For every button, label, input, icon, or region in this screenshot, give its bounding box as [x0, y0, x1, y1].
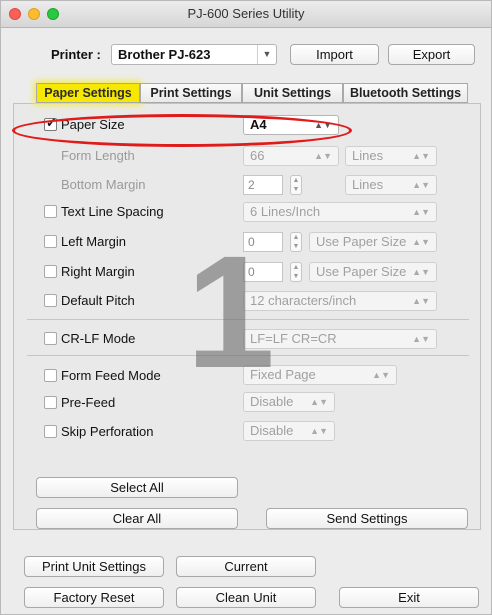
left-margin-label: Left Margin	[61, 234, 127, 249]
left-margin-checkbox[interactable]	[44, 235, 57, 248]
right-margin-label: Right Margin	[61, 264, 135, 279]
title-bar: PJ-600 Series Utility	[1, 1, 491, 28]
bottom-margin-stepper[interactable]: ▲ ▼	[290, 175, 302, 195]
import-button[interactable]: Import	[290, 44, 379, 65]
default-pitch-checkbox[interactable]	[44, 294, 57, 307]
send-settings-button[interactable]: Send Settings	[266, 508, 468, 529]
updown-arrow-icon: ▲▼	[310, 426, 328, 436]
form-feed-mode-checkbox[interactable]	[44, 369, 57, 382]
updown-arrow-icon: ▲▼	[372, 370, 390, 380]
skip-perforation-value: Disable	[250, 423, 294, 438]
right-margin-stepper[interactable]: ▲ ▼	[290, 262, 302, 282]
updown-arrow-icon: ▲▼	[412, 296, 430, 306]
form-length-select[interactable]: 66 ▲▼	[243, 146, 339, 166]
bottom-margin-field[interactable]: 2	[243, 175, 283, 195]
crlf-mode-label: CR-LF Mode	[61, 331, 136, 346]
updown-arrow-icon: ▲▼	[412, 267, 430, 277]
printer-label: Printer :	[51, 47, 101, 62]
chevron-down-icon: ▼	[257, 45, 276, 64]
right-margin-checkbox[interactable]	[44, 265, 57, 278]
select-all-button[interactable]: Select All	[36, 477, 238, 498]
right-margin-unit: Use Paper Size	[316, 264, 407, 279]
form-feed-mode-label: Form Feed Mode	[61, 368, 161, 383]
text-line-spacing-value: 6 Lines/Inch	[250, 204, 321, 219]
tab-unit-settings[interactable]: Unit Settings	[242, 83, 343, 103]
updown-arrow-icon: ▲▼	[412, 237, 430, 247]
print-unit-settings-button[interactable]: Print Unit Settings	[24, 556, 164, 577]
pre-feed-label: Pre-Feed	[61, 395, 116, 410]
text-line-spacing-checkbox[interactable]	[44, 205, 57, 218]
printer-select-value: Brother PJ-623	[118, 47, 211, 62]
printer-select[interactable]: Brother PJ-623 ▼	[111, 44, 277, 65]
default-pitch-label: Default Pitch	[61, 293, 135, 308]
factory-reset-button[interactable]: Factory Reset	[24, 587, 164, 608]
tab-bluetooth-settings[interactable]: Bluetooth Settings	[343, 83, 468, 103]
skip-perforation-checkbox[interactable]	[44, 425, 57, 438]
highlight-ring-annotation	[12, 114, 352, 147]
left-margin-unit: Use Paper Size	[316, 234, 407, 249]
updown-arrow-icon: ▲▼	[412, 207, 430, 217]
utility-window: PJ-600 Series Utility Printer : Brother …	[0, 0, 492, 615]
bottom-margin-unit: Lines	[352, 177, 384, 192]
pre-feed-checkbox[interactable]	[44, 396, 57, 409]
updown-arrow-icon: ▲▼	[412, 151, 430, 161]
updown-arrow-icon: ▲▼	[412, 334, 430, 344]
crlf-mode-checkbox[interactable]	[44, 332, 57, 345]
form-length-unit-select[interactable]: Lines ▲▼	[345, 146, 437, 166]
bottom-margin-label: Bottom Margin	[61, 177, 146, 192]
text-line-spacing-label: Text Line Spacing	[61, 204, 164, 219]
skip-perforation-select[interactable]: Disable ▲▼	[243, 421, 335, 441]
tab-paper-settings[interactable]: Paper Settings	[36, 83, 140, 103]
left-margin-stepper[interactable]: ▲ ▼	[290, 232, 302, 252]
window-title: PJ-600 Series Utility	[187, 6, 305, 21]
step-number-annotation: 1	[186, 222, 275, 401]
current-button[interactable]: Current	[176, 556, 316, 577]
exit-button[interactable]: Exit	[339, 587, 479, 608]
skip-perforation-label: Skip Perforation	[61, 424, 154, 439]
updown-arrow-icon: ▲▼	[314, 151, 332, 161]
form-length-unit: Lines	[352, 148, 384, 163]
right-margin-unit-select[interactable]: Use Paper Size ▲▼	[309, 262, 437, 282]
updown-arrow-icon: ▲▼	[412, 180, 430, 190]
updown-arrow-icon: ▲▼	[310, 397, 328, 407]
form-length-label: Form Length	[61, 148, 135, 163]
left-margin-unit-select[interactable]: Use Paper Size ▲▼	[309, 232, 437, 252]
export-button[interactable]: Export	[388, 44, 475, 65]
clear-all-button[interactable]: Clear All	[36, 508, 238, 529]
form-length-value: 66	[250, 148, 265, 163]
tab-print-settings[interactable]: Print Settings	[140, 83, 242, 103]
clean-unit-button[interactable]: Clean Unit	[176, 587, 316, 608]
bottom-margin-unit-select[interactable]: Lines ▲▼	[345, 175, 437, 195]
text-line-spacing-select[interactable]: 6 Lines/Inch ▲▼	[243, 202, 437, 222]
